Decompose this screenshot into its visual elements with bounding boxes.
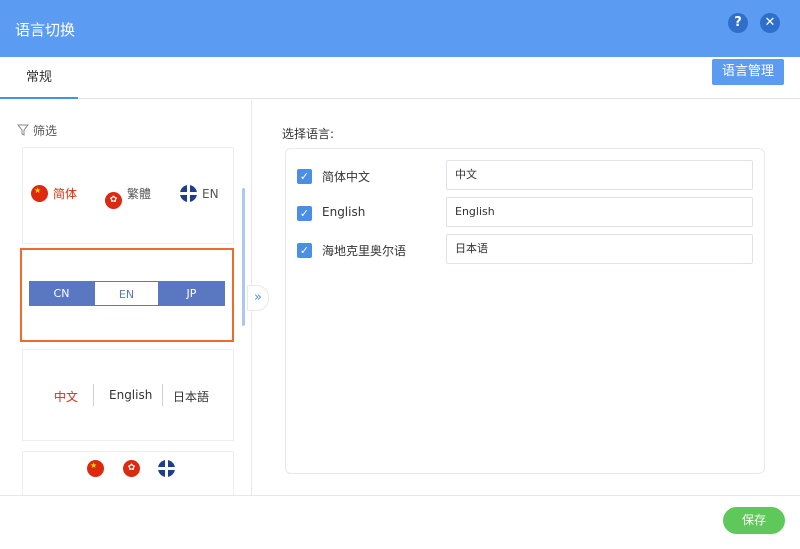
language-display-input[interactable]: English xyxy=(446,197,753,227)
hongkong-flag-icon: ✿ xyxy=(123,460,140,477)
scrollbar[interactable] xyxy=(242,188,245,326)
language-checkbox[interactable]: ✓ xyxy=(297,169,312,184)
save-button[interactable]: 保存 xyxy=(723,507,785,534)
language-switch-dialog: 语言切换 ? ✕ 常规 语言管理 筛选 ★ 简体 ✿ 繁體 EN CN EN J… xyxy=(0,0,800,549)
style-card-flags[interactable]: ★ 简体 ✿ 繁體 EN xyxy=(22,147,234,244)
china-flag-icon: ★ xyxy=(87,460,104,477)
divider xyxy=(93,384,94,406)
style-card-text[interactable]: 中文 English 日本語 xyxy=(22,349,234,441)
style-card-flag-icons[interactable]: ★ ✿ xyxy=(22,451,234,495)
text-option-chinese[interactable]: 中文 xyxy=(54,388,78,405)
language-row: ✓ English English xyxy=(286,197,766,227)
segment-jp[interactable]: JP xyxy=(159,281,224,306)
select-language-label: 选择语言: xyxy=(282,127,335,141)
flag-label: 繁體 xyxy=(127,187,152,201)
language-display-input[interactable]: 日本语 xyxy=(446,234,753,264)
hongkong-flag-icon: ✿ xyxy=(105,192,122,209)
china-flag-icon: ★ xyxy=(31,185,48,202)
flag-option-english[interactable]: EN xyxy=(180,185,219,202)
filter-icon xyxy=(17,124,29,136)
uk-flag-icon xyxy=(158,460,175,477)
language-name: 简体中文 xyxy=(322,170,371,184)
dialog-title: 语言切换 xyxy=(15,21,76,39)
style-card-segmented[interactable]: CN EN JP xyxy=(20,248,234,342)
language-checkbox[interactable]: ✓ xyxy=(297,243,312,258)
close-icon[interactable]: ✕ xyxy=(760,13,780,33)
flag-option-simplified[interactable]: ★ 简体 xyxy=(31,185,77,202)
language-list: ✓ 简体中文 中文 ✓ English English ✓ 海地克里奥尔语 日本… xyxy=(285,148,765,474)
divider xyxy=(162,384,163,406)
tab-bar: 常规 语言管理 xyxy=(0,57,800,99)
dialog-header: 语言切换 ? ✕ xyxy=(0,0,800,57)
segmented-control: CN EN JP xyxy=(29,281,225,306)
collapse-toggle-icon[interactable]: » xyxy=(247,285,269,311)
tab-general[interactable]: 常规 xyxy=(0,57,78,99)
text-option-japanese[interactable]: 日本語 xyxy=(173,388,209,405)
help-icon[interactable]: ? xyxy=(728,13,748,33)
flag-option-traditional[interactable]: ✿ 繁體 xyxy=(105,185,151,209)
language-row: ✓ 海地克里奥尔语 日本语 xyxy=(286,234,766,264)
filter-label[interactable]: 筛选 xyxy=(17,122,57,139)
dialog-footer: 保存 xyxy=(0,495,800,549)
language-manage-button[interactable]: 语言管理 xyxy=(712,59,784,85)
flag-label: 简体 xyxy=(53,187,78,201)
flag-label: EN xyxy=(202,187,219,201)
text-option-english[interactable]: English xyxy=(109,388,152,402)
language-name: 海地克里奥尔语 xyxy=(322,244,407,258)
style-panel: 筛选 ★ 简体 ✿ 繁體 EN CN EN JP 中文 English 日本語 … xyxy=(0,100,252,495)
language-name: English xyxy=(322,205,366,219)
filter-text: 筛选 xyxy=(33,124,58,138)
segment-cn[interactable]: CN xyxy=(29,281,94,306)
language-checkbox[interactable]: ✓ xyxy=(297,206,312,221)
uk-flag-icon xyxy=(180,185,197,202)
segment-en[interactable]: EN xyxy=(94,281,159,306)
language-row: ✓ 简体中文 中文 xyxy=(286,160,766,190)
language-display-input[interactable]: 中文 xyxy=(446,160,753,190)
